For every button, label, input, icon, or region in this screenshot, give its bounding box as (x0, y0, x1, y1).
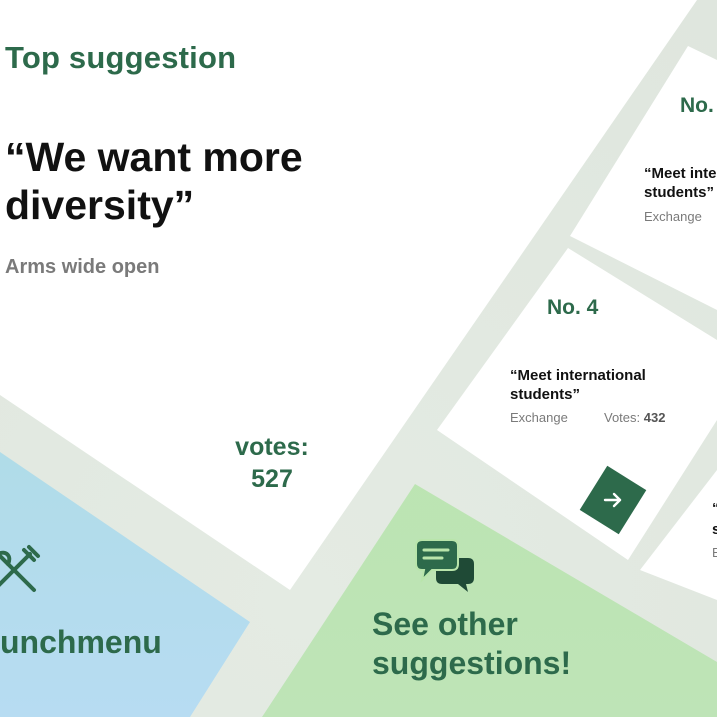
card-title: “Meet inte students” (644, 165, 717, 201)
votes-label: votes: (235, 433, 309, 461)
chat-bubbles-icon (415, 539, 474, 592)
top-suggestion-subtitle: Arms wide open (5, 256, 160, 278)
see-other-suggestions-label: See other suggestions! (372, 605, 592, 683)
card-votes-label: Votes: (604, 410, 641, 425)
card-glyph: “ (712, 500, 717, 517)
card-glyph: s (712, 521, 717, 538)
card-category: Exchange (644, 209, 702, 224)
fork-knife-icon (0, 545, 40, 592)
card-number: No. (680, 94, 714, 117)
card-category: Exchange (510, 410, 568, 425)
see-other-text: See other suggestions! (372, 606, 572, 681)
card-title: “Meet international students” (510, 367, 646, 403)
votes-count: 527 (251, 465, 293, 493)
top-suggestion-heading: Top suggestion (5, 40, 237, 75)
lunchmenu-label: unchmenu (0, 624, 162, 660)
card-number: No. 4 (547, 296, 599, 319)
app-canvas: Top suggestion “We want more diversity” … (0, 0, 717, 717)
top-suggestion-votes: votes: 527 (222, 431, 322, 495)
card-votes: Votes: 432 (604, 410, 665, 425)
top-suggestion-quote: “We want more diversity” (5, 134, 303, 228)
arrow-right-icon (603, 492, 622, 508)
card-votes-count: 432 (643, 410, 666, 425)
card-glyph: E (712, 545, 717, 560)
